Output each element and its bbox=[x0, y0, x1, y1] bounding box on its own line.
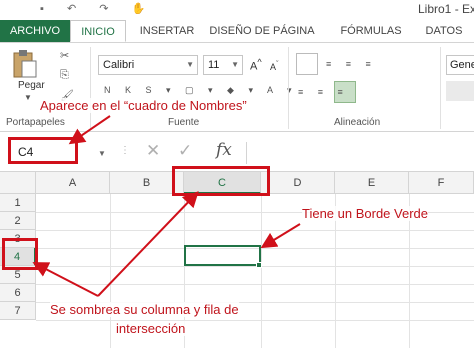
grid-line bbox=[261, 194, 262, 348]
row-header-6[interactable]: 6 bbox=[0, 284, 36, 302]
tab-insertar[interactable]: INSERTAR bbox=[130, 20, 204, 42]
paste-icon[interactable] bbox=[12, 49, 38, 79]
group-separator bbox=[440, 47, 441, 129]
window-title: Libro1 - Ex bbox=[418, 2, 474, 16]
paste-button-label[interactable]: Pegar bbox=[18, 80, 45, 91]
row-header-7[interactable]: 7 bbox=[0, 302, 36, 320]
formula-input[interactable] bbox=[246, 142, 474, 164]
number-format-field[interactable]: Gene bbox=[446, 55, 474, 75]
group-label-clipboard: Portapapeles bbox=[6, 117, 65, 128]
font-style-icons[interactable]: N K S ▾ ▢ ▾ ◆ ▾ A ▾ bbox=[104, 85, 298, 96]
active-cell-c4[interactable] bbox=[184, 245, 261, 266]
group-separator bbox=[288, 47, 289, 129]
redo-icon[interactable]: ↷ bbox=[99, 3, 108, 15]
font-name-value: Calibri bbox=[103, 59, 135, 71]
grid-line bbox=[36, 266, 474, 267]
note-shade-line2: intersección bbox=[116, 321, 186, 336]
font-name-field[interactable]: Calibri ▼ bbox=[98, 55, 198, 75]
chevron-down-icon[interactable]: ▼ bbox=[231, 60, 239, 69]
enter-icon[interactable]: ✓ bbox=[178, 141, 192, 161]
column-header-a[interactable]: A bbox=[36, 172, 110, 194]
font-size-value: 11 bbox=[208, 59, 220, 71]
fill-handle[interactable] bbox=[256, 262, 262, 268]
tab-diseno-de-pagina[interactable]: DISEÑO DE PÁGINA bbox=[206, 20, 318, 42]
grid-line bbox=[110, 194, 111, 348]
column-header-d[interactable]: D bbox=[261, 172, 335, 194]
cut-icon[interactable]: ✂ bbox=[60, 49, 69, 62]
column-header-e[interactable]: E bbox=[335, 172, 409, 194]
title-bar: ▪ ↶ ↷ ✋ Libro1 - Ex bbox=[0, 0, 474, 20]
number-format-value: Gene bbox=[450, 59, 474, 71]
tab-archivo[interactable]: ARCHIVO bbox=[0, 20, 70, 42]
quick-access-toolbar: ▪ ↶ ↷ ✋ bbox=[40, 2, 165, 15]
grid-line bbox=[36, 230, 474, 231]
chevron-down-icon[interactable]: ▼ bbox=[186, 60, 194, 69]
ribbon-tabs: ARCHIVO INICIO INSERTAR DISEÑO DE PÁGINA… bbox=[0, 20, 474, 42]
tab-datos[interactable]: DATOS bbox=[418, 20, 470, 42]
copy-icon[interactable]: ⎘ bbox=[60, 69, 69, 82]
row-header-2[interactable]: 2 bbox=[0, 212, 36, 230]
note-name-box: Aparece en el “cuadro de Nombres” bbox=[40, 98, 247, 113]
align-top-icon[interactable] bbox=[296, 53, 318, 75]
cancel-icon[interactable]: ✕ bbox=[146, 141, 160, 161]
column-c-highlight bbox=[172, 166, 270, 196]
note-shade-line1: Se sombrea su columna y fila de bbox=[50, 302, 239, 317]
group-separator bbox=[90, 47, 91, 129]
undo-icon[interactable]: ↶ bbox=[67, 3, 76, 15]
worksheet-grid: A B C D E F 1 2 3 4 5 6 7 bbox=[0, 172, 474, 348]
group-label-alignment: Alineación bbox=[334, 117, 381, 128]
row-header-1[interactable]: 1 bbox=[0, 194, 36, 212]
ribbon-home: Pegar ▼ ✂ ⎘ 🖌 Calibri ▼ 11 ▼ A^ Aˇ N K S… bbox=[0, 42, 474, 132]
save-icon[interactable]: ▪ bbox=[40, 3, 44, 15]
grow-font-icon[interactable]: A^ bbox=[250, 57, 262, 73]
name-box-highlight bbox=[8, 137, 78, 164]
paste-dropdown-icon[interactable]: ▼ bbox=[24, 93, 32, 102]
chevron-down-icon[interactable]: ▼ bbox=[98, 149, 106, 158]
grid-line bbox=[36, 320, 474, 321]
font-size-field[interactable]: 11 ▼ bbox=[203, 55, 243, 75]
select-all-corner[interactable] bbox=[0, 172, 36, 194]
shrink-font-icon[interactable]: Aˇ bbox=[270, 59, 279, 72]
row-4-highlight bbox=[2, 238, 38, 270]
grid-line bbox=[36, 284, 474, 285]
group-label-font: Fuente bbox=[168, 117, 200, 128]
tab-inicio[interactable]: INICIO bbox=[70, 20, 126, 42]
insert-function-icon[interactable]: fx bbox=[216, 140, 232, 160]
currency-format-icon[interactable] bbox=[446, 81, 474, 101]
note-green-border: Tiene un Borde Verde bbox=[302, 206, 428, 221]
touch-mode-icon[interactable]: ✋ bbox=[132, 3, 146, 15]
vertical-align-icons[interactable]: ≡ ≡ ≡ bbox=[326, 59, 377, 69]
excel-window: ▪ ↶ ↷ ✋ Libro1 - Ex ARCHIVO INICIO INSER… bbox=[0, 0, 474, 348]
resize-handle-icon[interactable]: ⋮ bbox=[120, 145, 130, 156]
column-header-f[interactable]: F bbox=[409, 172, 474, 194]
horizontal-align-icons[interactable]: ≡ ≡ ≡ bbox=[298, 87, 349, 97]
tab-formulas[interactable]: FÓRMULAS bbox=[330, 20, 412, 42]
